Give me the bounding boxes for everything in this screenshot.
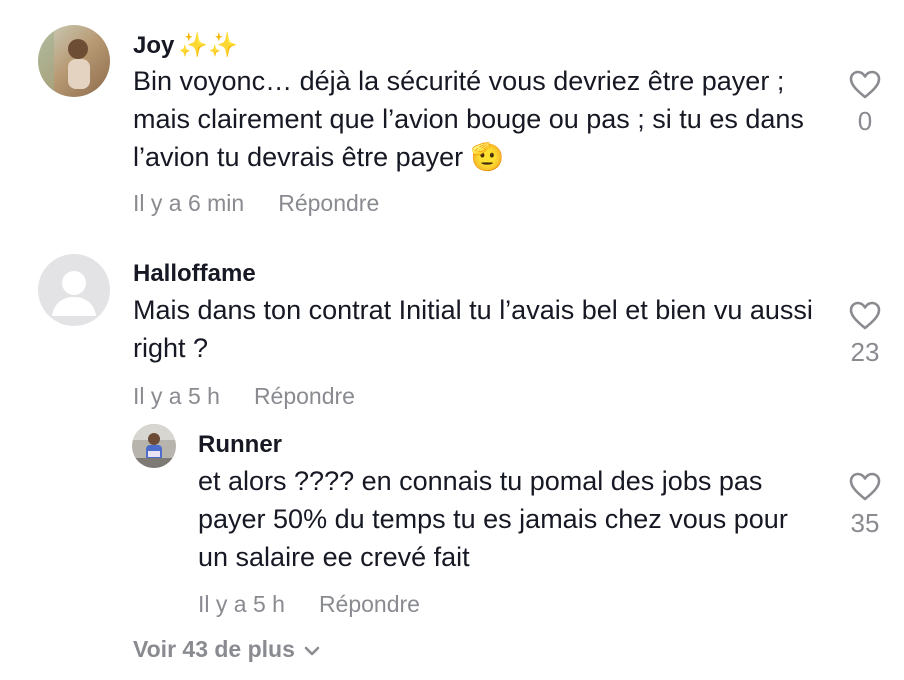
comment-meta: Il y a 5 h Répondre [198,591,420,618]
username-text[interactable]: Joy [133,32,174,59]
timestamp: Il y a 5 h [198,591,285,617]
timestamp: Il y a 5 h [133,383,220,409]
view-more-label[interactable]: Voir 43 de plus [133,636,295,662]
like-count: 35 [850,508,880,538]
heart-icon[interactable] [849,472,881,502]
username[interactable]: Runner [198,431,282,459]
heart-icon[interactable] [849,301,881,331]
reply-button[interactable]: Répondre [278,190,379,216]
username[interactable]: Halloffame [133,260,256,288]
like-button[interactable]: 23 [835,301,895,368]
avatar[interactable] [132,424,176,468]
comment-text: Mais dans ton contrat Initial tu l’avais… [133,295,813,363]
like-button[interactable]: 35 [835,472,895,539]
reply-button[interactable]: Répondre [319,591,420,617]
sparkle-emoji: ✨✨ [178,32,239,59]
username[interactable]: Joy ✨✨ [133,31,238,60]
comment-text: et alors ???? en connais tu pomal des jo… [198,466,788,572]
avatar[interactable] [38,25,110,97]
view-more-replies-button[interactable]: Voir 43 de plus [133,636,321,663]
like-count: 0 [857,106,873,136]
like-count: 23 [850,337,880,367]
like-button[interactable]: 0 [835,70,895,137]
heart-icon[interactable] [849,70,881,100]
comment-meta: Il y a 6 min Répondre [133,190,379,217]
timestamp: Il y a 6 min [133,190,245,216]
comment-meta: Il y a 5 h Répondre [133,383,355,410]
comment-text: Bin voyonc… déjà la sécurité vous devrie… [133,66,804,172]
chevron-down-icon[interactable] [303,645,321,657]
reply-button[interactable]: Répondre [254,383,355,409]
avatar[interactable] [38,254,110,326]
